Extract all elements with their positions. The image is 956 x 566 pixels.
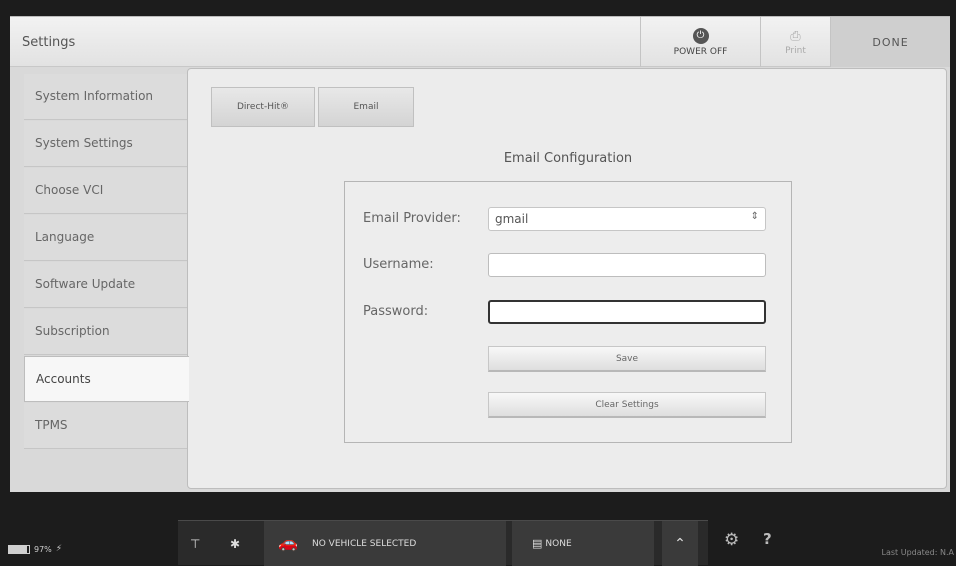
- tab-email[interactable]: Email: [318, 87, 414, 127]
- print-button[interactable]: ⎙ Print: [760, 17, 830, 67]
- settings-screen: Settings ⏻ POWER OFF ⎙ Print DONE System…: [10, 16, 950, 492]
- email-config-form: Email Provider: gmail ⇕ Username: Passwo…: [344, 181, 792, 443]
- vci-icon: ▤: [532, 537, 543, 550]
- password-label: Password:: [363, 304, 429, 319]
- settings-sidebar: System Information System Settings Choos…: [10, 68, 189, 464]
- sidebar-item-software-update[interactable]: Software Update: [24, 262, 187, 308]
- username-field[interactable]: [488, 253, 766, 277]
- email-configuration-title: Email Configuration: [503, 151, 633, 166]
- power-off-label: POWER OFF: [673, 46, 728, 57]
- sidebar-item-choose-vci[interactable]: Choose VCI: [24, 168, 187, 214]
- save-button[interactable]: Save: [488, 346, 766, 372]
- last-updated-text: Last Updated: N.A: [881, 548, 955, 557]
- wifi-icon[interactable]: ⊤: [190, 521, 200, 566]
- vehicle-status-text: NO VEHICLE SELECTED: [312, 538, 417, 549]
- vci-selector[interactable]: ▤ NONE: [512, 521, 654, 566]
- page-title: Settings: [22, 35, 76, 50]
- header-bar: Settings ⏻ POWER OFF ⎙ Print DONE: [10, 17, 950, 67]
- email-provider-select[interactable]: gmail ⇕: [488, 207, 766, 231]
- status-bar: 97% ⚡ ⊤ ✱ 🚗 NO VEHICLE SELECTED ▤ NONE ⌃…: [0, 500, 956, 566]
- clear-settings-button[interactable]: Clear Settings: [488, 392, 766, 418]
- battery-icon: [8, 544, 30, 554]
- select-arrows-icon: ⇕: [750, 211, 759, 222]
- sidebar-item-tpms[interactable]: TPMS: [24, 403, 187, 449]
- power-off-button[interactable]: ⏻ POWER OFF: [640, 17, 760, 67]
- sidebar-item-system-information[interactable]: System Information: [24, 74, 187, 120]
- password-field[interactable]: [488, 300, 766, 324]
- power-icon: ⏻: [692, 27, 709, 44]
- print-label: Print: [785, 45, 806, 56]
- sidebar-item-accounts[interactable]: Accounts: [24, 356, 189, 402]
- username-label: Username:: [363, 257, 434, 272]
- chevron-up-icon: ⌃: [674, 535, 686, 552]
- accounts-panel: Direct-Hit® Email Email Configuration Em…: [187, 68, 947, 489]
- car-icon: 🚗: [278, 533, 298, 552]
- email-provider-value: gmail: [495, 212, 529, 226]
- sidebar-item-subscription[interactable]: Subscription: [24, 309, 187, 355]
- tab-direct-hit[interactable]: Direct-Hit®: [211, 87, 315, 127]
- battery-percent: 97%: [34, 544, 52, 554]
- sidebar-item-language[interactable]: Language: [24, 215, 187, 261]
- chevron-up-button[interactable]: ⌃: [662, 521, 698, 566]
- battery-indicator: 97% ⚡: [8, 544, 62, 554]
- done-button[interactable]: DONE: [830, 17, 950, 67]
- email-provider-label: Email Provider:: [363, 211, 461, 226]
- device-frame: Settings ⏻ POWER OFF ⎙ Print DONE System…: [0, 0, 956, 566]
- vci-status-text: NONE: [545, 538, 572, 549]
- status-dock: ⊤ ✱ 🚗 NO VEHICLE SELECTED ▤ NONE ⌃: [178, 520, 708, 566]
- sidebar-item-system-settings[interactable]: System Settings: [24, 121, 187, 167]
- help-icon[interactable]: ?: [763, 530, 772, 548]
- print-icon: ⎙: [790, 28, 801, 44]
- plug-icon: ⚡: [55, 544, 63, 554]
- vehicle-selector[interactable]: 🚗 NO VEHICLE SELECTED: [264, 521, 506, 566]
- gear-icon[interactable]: ⚙: [724, 530, 739, 550]
- bluetooth-icon[interactable]: ✱: [230, 521, 240, 566]
